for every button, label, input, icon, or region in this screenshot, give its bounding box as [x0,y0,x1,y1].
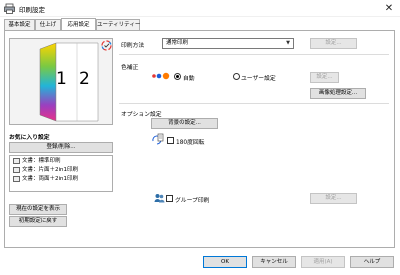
print-method-value: 通常印刷 [166,40,189,46]
document-icon [13,166,20,173]
chevron-down-icon: ▼ [286,40,290,46]
color-user-label: ユーザー設定 [241,76,276,82]
document-icon [13,157,20,164]
reset-defaults-button[interactable]: 初期設定に戻す [9,216,67,227]
color-auto-radio[interactable] [174,73,181,80]
color-mode-icon [101,40,112,51]
apply-button: 適用(A) [301,256,345,268]
divider [119,103,389,104]
list-item[interactable]: 文書：両面＋2in1印刷 [13,175,78,184]
list-item[interactable]: 文書：標準印刷 [13,157,61,166]
register-delete-button[interactable]: 登録/削除... [9,142,113,153]
group-print-label: グループ印刷 [175,198,210,204]
background-settings-button[interactable]: 背景の設定... [151,118,218,129]
divider [119,54,389,55]
favorites-list: 文書：標準印刷 文書：片面＋2in1印刷 文書：両面＋2in1印刷 [9,155,113,192]
group-settings-button: 設定... [310,193,357,204]
favorites-heading: お気に入り設定 [9,135,50,141]
list-item-label: 文書：両面＋2in1印刷 [22,176,79,182]
image-processing-button[interactable]: 画像処理設定... [310,88,366,99]
print-method-select[interactable]: 通常印刷 ▼ [162,38,294,49]
list-item-label: 文書：標準印刷 [22,158,61,164]
title-bar: 印刷設定 ✕ [0,0,400,17]
color-auto-label: 自動 [183,76,195,82]
color-settings-button: 設定... [310,72,339,83]
color-correction-label: 色補正 [121,65,139,71]
cancel-button[interactable]: キャンセル [252,256,296,268]
print-preview: 1 2 [9,38,113,125]
close-icon[interactable]: ✕ [382,2,396,15]
help-button[interactable]: ヘルプ [350,256,394,268]
show-current-settings-button[interactable]: 現在の設定を表示 [9,204,67,215]
preview-page-1: 1 [56,69,67,89]
rotate-180-label: 180度回転 [176,140,205,146]
group-print-checkbox[interactable] [166,195,173,202]
document-icon [13,175,20,182]
printer-icon [4,3,15,14]
list-item-label: 文書：片面＋2in1印刷 [22,167,79,173]
print-method-label: 印刷方法 [121,43,145,49]
list-item[interactable]: 文書：片面＋2in1印刷 [13,166,78,175]
ok-button[interactable]: OK [203,256,247,268]
window-title: 印刷設定 [19,6,45,14]
options-label: オプション設定 [121,112,162,118]
rotate-180-checkbox[interactable] [167,137,174,144]
rotate-icon [152,133,164,145]
print-method-settings-button: 設定... [310,38,357,49]
color-dots-icon [152,72,170,80]
color-user-radio[interactable] [233,73,240,80]
group-print-icon [154,194,165,203]
preview-page-2: 2 [79,69,90,89]
